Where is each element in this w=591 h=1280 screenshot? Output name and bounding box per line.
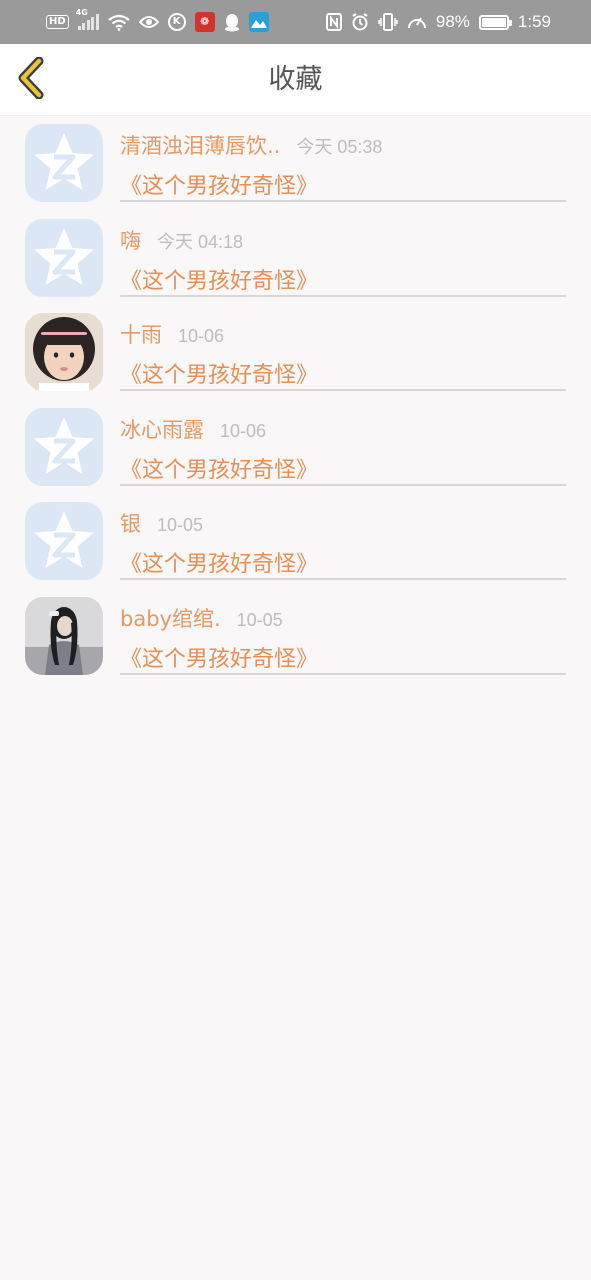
favorites-list: 清酒浊泪薄唇饮.. 今天 05:38 《这个男孩好奇怪》 嗨 今天 04:18 … (0, 116, 591, 684)
item-title: 《这个男孩好奇怪》 (120, 268, 319, 294)
page-title: 收藏 (268, 64, 323, 95)
item-time: 10-06 (178, 326, 225, 347)
item-body: 清酒浊泪薄唇饮.. 今天 05:38 《这个男孩好奇怪》 (120, 116, 566, 202)
app-red-icon: ❁ (194, 12, 215, 32)
nfc-icon (325, 13, 342, 31)
item-body: baby绾绾. 10-05 《这个男孩好奇怪》 (120, 589, 566, 675)
girl-photo-avatar (25, 313, 103, 392)
item-time: 今天 04:18 (157, 231, 244, 252)
k-icon: K (167, 13, 186, 31)
avatar (25, 124, 103, 202)
network-type: 4G (75, 8, 88, 17)
list-item[interactable]: baby绾绾. 10-05 《这个男孩好奇怪》 (0, 589, 591, 684)
title-bar: 收藏 (0, 44, 591, 116)
item-time: 10-05 (157, 515, 204, 536)
battery-icon (478, 14, 512, 30)
user-name: 冰心雨露 (120, 417, 204, 442)
chevron-left-icon (17, 56, 45, 103)
user-name: 十雨 (120, 323, 162, 348)
avatar (25, 502, 103, 581)
user-name: 清酒浊泪薄唇饮.. (120, 134, 281, 158)
avatar (25, 218, 103, 297)
avatar (25, 596, 103, 675)
wifi-icon (107, 14, 130, 31)
clock-time: 1:59 (517, 12, 551, 31)
item-body: 冰心雨露 10-06 《这个男孩好奇怪》 (120, 400, 566, 486)
default-avatar-star-icon (25, 407, 103, 486)
status-bar: HD 4G K ❁ 98% 1:59 (0, 0, 591, 44)
list-item[interactable]: 冰心雨露 10-06 《这个男孩好奇怪》 (0, 400, 591, 495)
user-name: 银 (120, 512, 141, 537)
speed-icon (407, 13, 427, 31)
list-item[interactable]: 清酒浊泪薄唇饮.. 今天 05:38 《这个男孩好奇怪》 (0, 116, 591, 211)
qq-icon (224, 13, 240, 32)
user-name: baby绾绾. (120, 606, 221, 631)
item-body: 嗨 今天 04:18 《这个男孩好奇怪》 (120, 211, 566, 297)
avatar (25, 313, 103, 392)
default-avatar-star-icon (25, 124, 103, 202)
battery-percent: 98% (435, 12, 470, 31)
avatar (25, 407, 103, 486)
list-item[interactable]: 十雨 10-06 《这个男孩好奇怪》 (0, 305, 591, 400)
list-item[interactable]: 嗨 今天 04:18 《这个男孩好奇怪》 (0, 211, 591, 306)
item-title: 《这个男孩好奇怪》 (120, 646, 319, 672)
signal-icon: 4G (76, 8, 99, 30)
item-title: 《这个男孩好奇怪》 (120, 457, 319, 483)
vibrate-icon (378, 13, 398, 31)
woman-photo-avatar (25, 596, 103, 675)
back-button[interactable] (14, 56, 48, 103)
item-body: 十雨 10-06 《这个男孩好奇怪》 (120, 305, 566, 392)
alarm-icon (351, 13, 369, 31)
default-avatar-star-icon (25, 502, 103, 581)
hd-icon: HD (46, 15, 69, 29)
user-name: 嗨 (120, 228, 141, 253)
item-time: 今天 05:38 (296, 137, 383, 157)
item-body: 银 10-05 《这个男孩好奇怪》 (120, 494, 566, 581)
default-avatar-star-icon (25, 218, 103, 297)
list-item[interactable]: 银 10-05 《这个男孩好奇怪》 (0, 494, 591, 589)
item-time: 10-06 (220, 420, 267, 441)
item-time: 10-05 (236, 609, 283, 630)
item-title: 《这个男孩好奇怪》 (120, 174, 319, 199)
item-title: 《这个男孩好奇怪》 (120, 552, 319, 578)
eye-icon (138, 15, 159, 29)
app-blue-icon (248, 12, 269, 32)
item-title: 《这个男孩好奇怪》 (120, 363, 319, 389)
